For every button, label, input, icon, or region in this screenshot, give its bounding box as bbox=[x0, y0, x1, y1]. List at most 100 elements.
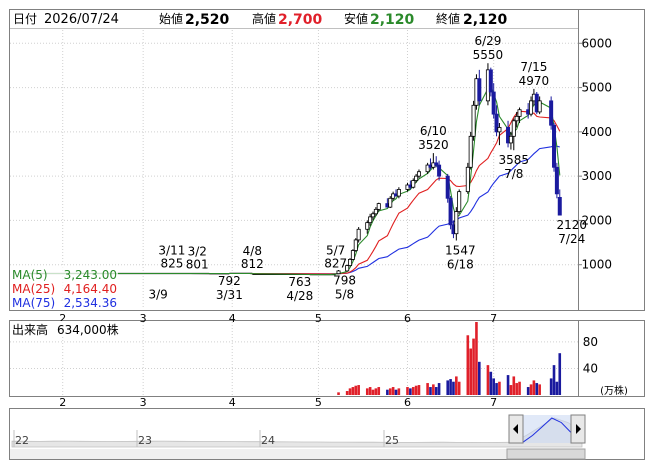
annotation-top: 6/29 bbox=[474, 34, 501, 48]
volume-bar bbox=[386, 389, 389, 395]
volume-bar bbox=[429, 387, 432, 395]
candle-body bbox=[488, 69, 493, 93]
annotation-bottom: 7/8 bbox=[504, 167, 523, 181]
volume-bar bbox=[426, 383, 429, 395]
candle-body bbox=[508, 135, 513, 144]
volume-bar bbox=[469, 348, 472, 395]
volume-bar bbox=[374, 388, 378, 395]
volume-bar bbox=[365, 388, 369, 395]
annotation-top: 4/8 bbox=[243, 244, 262, 258]
scrollbar-track[interactable] bbox=[10, 449, 507, 459]
price-tick-label: 3000 bbox=[581, 169, 612, 183]
overview-tick-label: 25 bbox=[385, 434, 399, 447]
volume-bar bbox=[492, 378, 495, 395]
annotation-bottom: 812 bbox=[241, 257, 264, 271]
annotation-bottom: 4970 bbox=[519, 74, 550, 88]
price-tick-label: 4000 bbox=[581, 125, 612, 139]
scrollbar-thumb[interactable] bbox=[506, 448, 586, 460]
annotation-top: 5/7 bbox=[326, 243, 345, 257]
candle bbox=[471, 100, 476, 141]
candle-body bbox=[448, 197, 453, 226]
high-value: 2,700 bbox=[278, 12, 323, 28]
volume-bar bbox=[472, 338, 475, 395]
annotation-top: 6/10 bbox=[420, 124, 447, 138]
volume-bar bbox=[434, 387, 438, 395]
volume-bar bbox=[348, 388, 352, 395]
volume-bar bbox=[558, 353, 562, 395]
annotation-top: 2120 bbox=[556, 218, 587, 232]
candle bbox=[549, 96, 554, 130]
volume-bar bbox=[466, 335, 470, 395]
volume-bar bbox=[532, 380, 536, 395]
volume-bar bbox=[337, 392, 340, 395]
close-label: 終値 bbox=[436, 11, 460, 26]
volume-bar bbox=[377, 387, 381, 395]
volume-bar bbox=[509, 385, 513, 395]
volume-bar bbox=[529, 384, 533, 395]
volume-bar bbox=[371, 389, 375, 395]
overview-selection[interactable] bbox=[523, 415, 571, 443]
candle-body bbox=[411, 180, 416, 188]
volume-x-ticks: 2 3 4 5 6 7 bbox=[59, 396, 497, 409]
overview-tick-label: 24 bbox=[261, 434, 275, 447]
volume-bar bbox=[449, 379, 452, 395]
volume-month-tick-label: 3 bbox=[140, 396, 147, 409]
month-tick-label: 5 bbox=[315, 312, 322, 325]
candle bbox=[457, 189, 462, 214]
candle-body bbox=[497, 127, 502, 133]
volume-month-tick-label: 5 bbox=[315, 396, 322, 409]
volume-legend-value: 634,000株 bbox=[57, 322, 119, 337]
volume-month-tick-label: 2 bbox=[59, 396, 66, 409]
annotation-top: 763 bbox=[288, 275, 311, 289]
volume-month-tick-label: 6 bbox=[404, 396, 411, 409]
volume-bar bbox=[478, 361, 481, 395]
volume-bar bbox=[406, 387, 409, 395]
volume-tick-label: 80 bbox=[583, 335, 598, 349]
annotation-bottom: 6/18 bbox=[447, 257, 474, 271]
candle-body bbox=[445, 175, 450, 199]
candle-body bbox=[465, 166, 470, 193]
candle-body bbox=[454, 211, 459, 235]
candle-body bbox=[348, 258, 353, 266]
volume-bar bbox=[345, 391, 349, 395]
volume-bar bbox=[368, 387, 372, 395]
candle-body bbox=[557, 196, 562, 216]
stock-chart-widget: 日付 2026/07/24 始値 2,520 高値 2,700 安値 2,120… bbox=[0, 0, 653, 470]
ma-legend: MA(5) 3,243.00 MA(25) 4,164.40 MA(75) 2,… bbox=[10, 266, 118, 310]
ma25-legend-label: MA(25) bbox=[12, 282, 55, 296]
candle bbox=[468, 131, 473, 170]
open-value: 2,520 bbox=[185, 12, 230, 28]
volume-bar bbox=[495, 383, 498, 395]
annotation-top: 792 bbox=[218, 274, 241, 288]
annotation-top: 1547 bbox=[445, 243, 476, 257]
volume-bar bbox=[498, 381, 501, 395]
range-handle-right[interactable] bbox=[570, 414, 586, 444]
candle bbox=[552, 123, 557, 172]
volume-bar bbox=[417, 385, 421, 395]
volume-bar bbox=[518, 381, 521, 395]
candle-body bbox=[388, 197, 393, 208]
candle-body bbox=[517, 109, 522, 117]
volume-month-tick-label: 4 bbox=[229, 396, 236, 409]
annotation-bottom: 827 bbox=[324, 256, 347, 270]
volume-bar bbox=[394, 389, 398, 395]
overview-tick-label: 23 bbox=[138, 434, 152, 447]
volume-bar bbox=[452, 381, 455, 395]
candle-body bbox=[376, 203, 381, 210]
candle bbox=[448, 196, 453, 230]
volume-bar bbox=[552, 365, 556, 395]
range-handle-left[interactable] bbox=[508, 414, 524, 444]
month-tick-label: 3 bbox=[140, 312, 147, 325]
date-value: 2026/07/24 bbox=[44, 12, 119, 27]
close-value: 2,120 bbox=[463, 12, 508, 28]
ma75-legend-label: MA(75) bbox=[12, 296, 55, 310]
candle-body bbox=[471, 104, 476, 137]
volume-bar bbox=[486, 365, 490, 395]
candle-body bbox=[552, 124, 557, 168]
annotation-top: 3/11 bbox=[158, 243, 185, 257]
volume-bar bbox=[414, 385, 418, 395]
annotation-bottom: 825 bbox=[160, 256, 183, 270]
volume-bar bbox=[455, 376, 458, 395]
candle-body bbox=[514, 115, 519, 122]
price-tick-label: 5000 bbox=[581, 81, 612, 95]
